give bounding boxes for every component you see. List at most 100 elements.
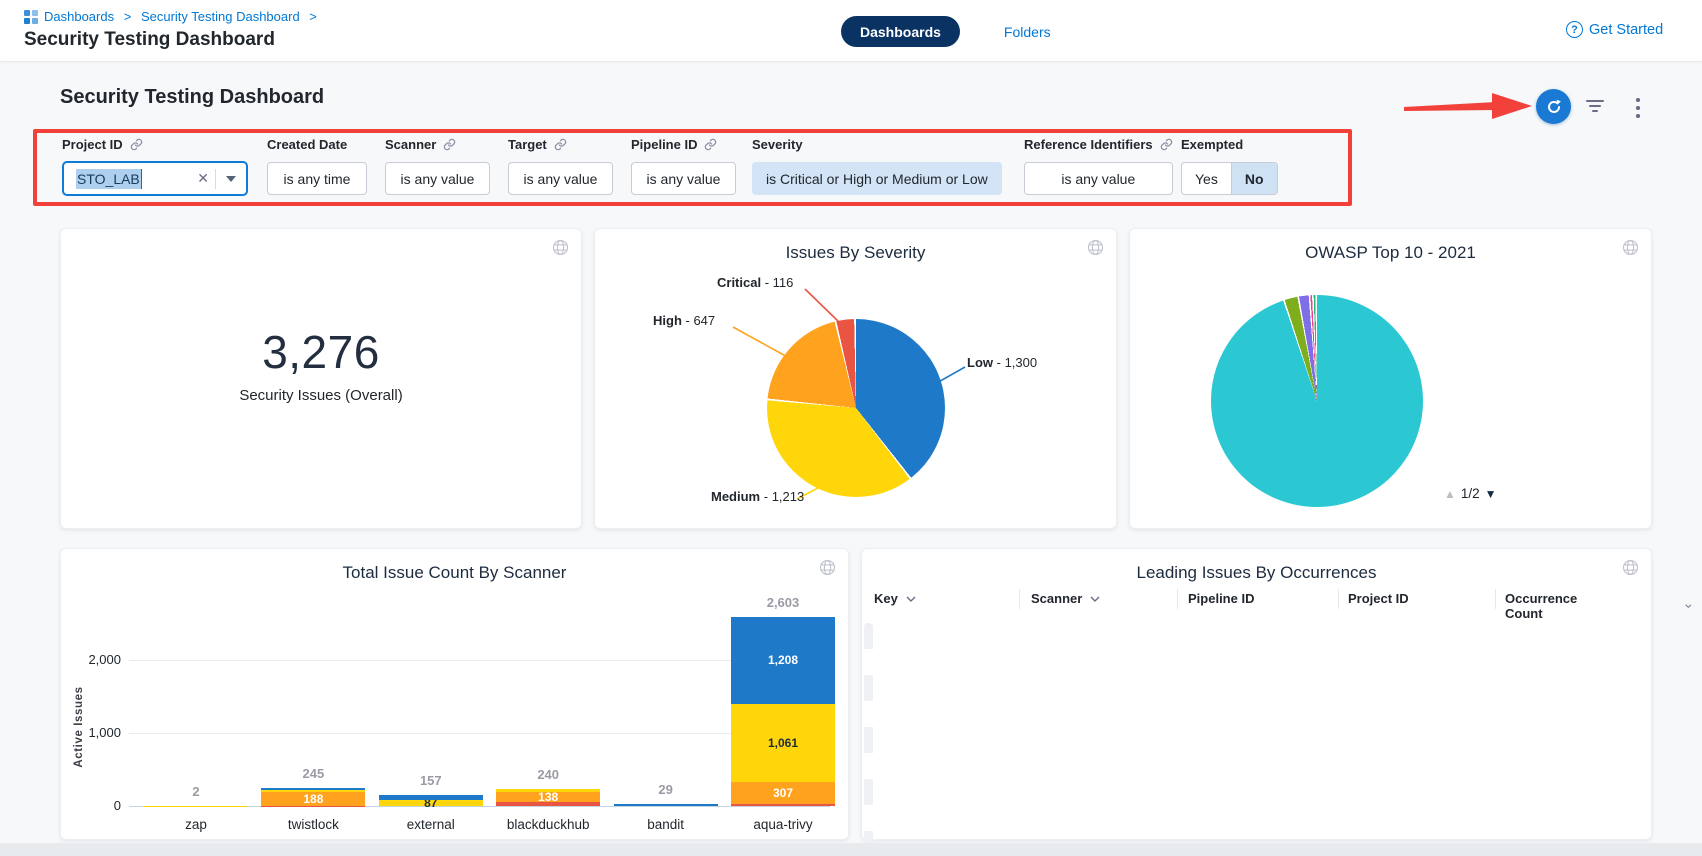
link-icon bbox=[554, 138, 567, 151]
filter-label-text: Exempted bbox=[1181, 137, 1243, 152]
filter-label-text: Project ID bbox=[62, 137, 123, 152]
leader-high bbox=[733, 327, 791, 359]
owasp-pagination: ▲ 1/2 ▼ bbox=[1444, 486, 1497, 501]
severity-pie[interactable] bbox=[767, 319, 945, 497]
occurrences-table-title: Leading Issues By Occurrences bbox=[862, 563, 1651, 583]
severity-value-chip[interactable]: is Critical or High or Medium or Low bbox=[752, 162, 1002, 195]
refresh-button[interactable] bbox=[1536, 89, 1571, 124]
project-id-input[interactable]: STO_LAB ✕ bbox=[62, 161, 248, 196]
pipeline-id-value[interactable]: is any value bbox=[631, 162, 736, 195]
column-label: Key bbox=[874, 591, 898, 606]
severity-name: High bbox=[653, 313, 682, 328]
bar-total-label: 2 bbox=[144, 784, 248, 799]
severity-label-high: High - 647 bbox=[653, 313, 715, 328]
filter-scanner: Scanner is any value bbox=[385, 137, 490, 195]
filter-project-id: Project ID STO_LAB ✕ bbox=[62, 137, 248, 196]
bar-total-label: 240 bbox=[496, 767, 600, 782]
get-started-label: Get Started bbox=[1589, 22, 1663, 38]
y-tick-label: 1,000 bbox=[69, 725, 121, 740]
exempted-toggle: Yes No bbox=[1181, 162, 1278, 195]
severity-label-low: Low - 1,300 bbox=[967, 355, 1037, 370]
page-title: Security Testing Dashboard bbox=[24, 29, 275, 51]
annotation-red-arrow bbox=[1404, 90, 1534, 122]
severity-name: Medium bbox=[711, 489, 760, 504]
filter-label-text: Target bbox=[508, 137, 547, 152]
column-header-occurrence-count[interactable]: Occurrence Count bbox=[1505, 591, 1691, 621]
column-header-project-id[interactable]: Project ID bbox=[1348, 591, 1409, 606]
bar-total-label: 245 bbox=[261, 766, 365, 781]
get-started-link[interactable]: ? Get Started bbox=[1566, 21, 1663, 38]
card-total-issue-count-by-scanner: Total Issue Count By Scanner Active Issu… bbox=[60, 548, 849, 840]
sort-chevron-icon bbox=[1090, 596, 1100, 602]
separator: - bbox=[760, 489, 772, 504]
bar-total-label: 2,603 bbox=[731, 595, 835, 610]
column-header-scanner[interactable]: Scanner bbox=[1031, 591, 1100, 606]
bar-segment-value: 307 bbox=[773, 786, 793, 800]
y-tick-label: 0 bbox=[69, 798, 121, 813]
filter-exempted: Exempted Yes No bbox=[1181, 137, 1278, 195]
severity-chart-title: Issues By Severity bbox=[595, 243, 1116, 263]
page-up-icon[interactable]: ▲ bbox=[1444, 487, 1456, 501]
clear-icon[interactable]: ✕ bbox=[191, 170, 215, 187]
scanner-value[interactable]: is any value bbox=[385, 162, 490, 195]
globe-icon bbox=[1622, 559, 1639, 576]
column-label: Project ID bbox=[1348, 591, 1409, 606]
severity-label-critical: Critical - 116 bbox=[717, 275, 793, 290]
owasp-pie[interactable] bbox=[1211, 295, 1423, 507]
bar-total-label: 29 bbox=[614, 782, 718, 797]
filter-label-text: Pipeline ID bbox=[631, 137, 697, 152]
page-indicator: 1/2 bbox=[1461, 486, 1480, 501]
project-id-value: STO_LAB bbox=[76, 169, 142, 189]
filter-label-text: Created Date bbox=[267, 137, 347, 152]
exempted-yes-option[interactable]: Yes bbox=[1182, 163, 1231, 194]
bar-segment-value: 138 bbox=[538, 790, 558, 804]
filter-target: Target is any value bbox=[508, 137, 613, 195]
target-value[interactable]: is any value bbox=[508, 162, 613, 195]
created-date-value[interactable]: is any time bbox=[267, 162, 367, 195]
filter-icon[interactable] bbox=[1585, 100, 1605, 114]
card-issues-by-severity: Issues By Severity Critical - 116 High -… bbox=[594, 228, 1117, 529]
column-label: Pipeline ID bbox=[1188, 591, 1254, 606]
column-divider bbox=[1177, 589, 1178, 609]
severity-count: 1,213 bbox=[772, 489, 805, 504]
kebab-menu-icon[interactable] bbox=[1631, 98, 1645, 118]
filter-label-text: Scanner bbox=[385, 137, 436, 152]
column-label: Scanner bbox=[1031, 591, 1082, 606]
tab-folders[interactable]: Folders bbox=[1004, 24, 1051, 40]
exempted-no-option[interactable]: No bbox=[1231, 163, 1277, 194]
sort-chevron-icon bbox=[1685, 603, 1692, 609]
bar-segment-low-bandit bbox=[614, 804, 718, 806]
column-header-key[interactable]: Key bbox=[874, 591, 916, 606]
bar-segment-low-external bbox=[379, 795, 483, 800]
bar-segment-high-twistlock: 188 bbox=[261, 792, 365, 806]
filter-reference-identifiers: Reference Identifiers is any value bbox=[1024, 137, 1173, 195]
bar-segment-medium-external: 87 bbox=[379, 800, 483, 806]
bar-segment-medium-aqua-trivy: 1,061 bbox=[731, 704, 835, 781]
gridline bbox=[129, 733, 830, 734]
bar-segment-medium-blackduckhub bbox=[496, 789, 600, 792]
column-divider bbox=[1338, 589, 1339, 609]
filter-label-text: Severity bbox=[752, 137, 803, 152]
bar-segment-value: 1,208 bbox=[768, 653, 798, 667]
breadcrumb-separator: > bbox=[120, 9, 135, 24]
breadcrumb-dashboards[interactable]: Dashboards bbox=[44, 9, 114, 24]
tab-dashboards[interactable]: Dashboards bbox=[841, 16, 960, 47]
severity-count: 647 bbox=[693, 313, 715, 328]
column-label: Occurrence Count bbox=[1505, 591, 1581, 621]
page-down-icon[interactable]: ▼ bbox=[1485, 487, 1497, 501]
column-header-pipeline-id[interactable]: Pipeline ID bbox=[1188, 591, 1254, 606]
owasp-chart-title: OWASP Top 10 - 2021 bbox=[1130, 243, 1651, 263]
sort-chevron-icon bbox=[906, 596, 916, 602]
reference-identifiers-value[interactable]: is any value bbox=[1024, 162, 1173, 195]
gridline bbox=[129, 660, 830, 661]
bar-segment-low-twistlock bbox=[261, 788, 365, 790]
globe-icon bbox=[1087, 239, 1104, 256]
dropdown-caret-button[interactable] bbox=[216, 163, 246, 194]
breadcrumb-current-dashboard[interactable]: Security Testing Dashboard bbox=[141, 9, 300, 24]
refresh-icon bbox=[1545, 98, 1563, 116]
severity-name: Critical bbox=[717, 275, 761, 290]
globe-icon bbox=[1622, 239, 1639, 256]
separator: - bbox=[761, 275, 773, 290]
filter-severity: Severity is Critical or High or Medium o… bbox=[752, 137, 1002, 195]
column-divider bbox=[1019, 589, 1020, 609]
